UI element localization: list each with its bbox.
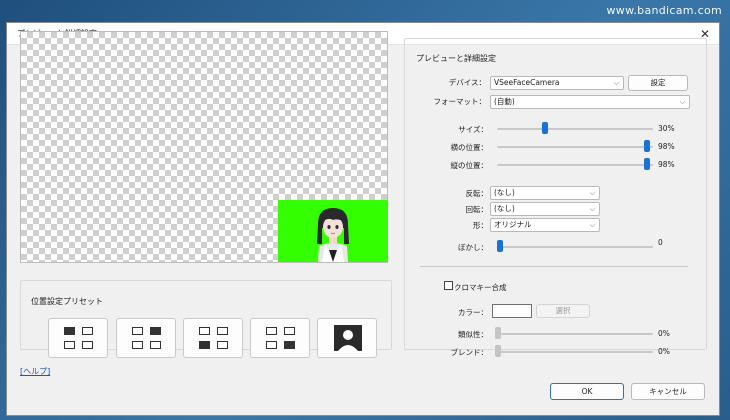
preview-canvas <box>20 31 388 263</box>
cell <box>284 341 295 349</box>
chevron-down-icon: ⌵ <box>589 205 595 213</box>
cell <box>150 327 161 335</box>
preset-bottom-right-button[interactable] <box>250 318 310 358</box>
chroma-label: クロマキー合成 <box>454 283 507 292</box>
size-slider-thumb[interactable] <box>542 122 548 134</box>
flip-value: (なし) <box>494 188 515 197</box>
vpos-label: 縦の位置： <box>450 161 489 170</box>
format-value: (自動) <box>494 97 515 106</box>
blend-slider-thumb[interactable] <box>495 345 501 357</box>
vpos-value: 98% <box>658 160 675 169</box>
preset-fullscreen-button[interactable] <box>317 318 377 358</box>
size-label: サイズ： <box>458 125 488 134</box>
size-slider-track[interactable] <box>497 128 653 130</box>
device-label: デバイス： <box>448 78 486 87</box>
vpos-slider-track[interactable] <box>497 164 653 166</box>
cell <box>132 327 143 335</box>
chevron-down-icon: ⌵ <box>589 221 595 229</box>
select-color-button[interactable]: 選択 <box>536 304 590 318</box>
settings-group-label: プレビューと詳細設定 <box>413 53 499 64</box>
device-settings-button[interactable]: 設定 <box>628 75 688 91</box>
cell <box>266 327 277 335</box>
preset-top-left-button[interactable] <box>48 318 108 358</box>
format-label: フォーマット： <box>433 97 487 106</box>
cell <box>284 327 295 335</box>
blend-label: ブレンド： <box>450 348 489 357</box>
divider <box>420 266 688 267</box>
hpos-slider-thumb[interactable] <box>644 140 650 152</box>
cell <box>82 327 93 335</box>
preset-top-right-button[interactable] <box>116 318 176 358</box>
similarity-slider-track[interactable] <box>497 333 653 335</box>
cell <box>150 341 161 349</box>
cell <box>64 341 75 349</box>
format-select[interactable]: (自動) ⌵ <box>490 95 690 109</box>
preset-bottom-left-button[interactable] <box>183 318 243 358</box>
chroma-checkbox[interactable] <box>444 281 453 290</box>
help-link[interactable]: [ヘルプ] <box>20 366 50 377</box>
chevron-down-icon: ⌵ <box>589 189 595 197</box>
color-swatch[interactable] <box>492 304 532 318</box>
rotate-label: 回転： <box>465 205 489 214</box>
similarity-label: 類似性： <box>458 330 488 339</box>
ok-button[interactable]: OK <box>550 383 624 400</box>
watermark: www.bandicam.com <box>606 4 722 17</box>
chevron-down-icon: ⌵ <box>679 98 685 106</box>
size-value: 30% <box>658 124 675 133</box>
blur-slider-track[interactable] <box>497 246 653 248</box>
rotate-select[interactable]: (なし) ⌵ <box>490 202 600 216</box>
similarity-slider-thumb[interactable] <box>495 327 501 339</box>
blend-slider-track[interactable] <box>497 351 653 353</box>
flip-label: 反転： <box>465 189 489 198</box>
hpos-slider-track[interactable] <box>497 146 653 148</box>
similarity-value: 0% <box>658 329 670 338</box>
cell <box>199 341 210 349</box>
cell <box>266 341 277 349</box>
shape-value: オリジナル <box>494 220 532 229</box>
hpos-label: 横の位置： <box>450 143 489 152</box>
device-value: VSeeFaceCamera <box>494 78 560 87</box>
hpos-value: 98% <box>658 142 675 151</box>
cell <box>199 327 210 335</box>
blur-value: 0 <box>658 238 663 247</box>
cell <box>82 341 93 349</box>
cell <box>64 327 75 335</box>
cell <box>132 341 143 349</box>
flip-select[interactable]: (なし) ⌵ <box>490 186 600 200</box>
vpos-slider-thumb[interactable] <box>644 158 650 170</box>
preset-group-label: 位置設定プリセット <box>28 296 106 307</box>
color-label: カラー： <box>458 308 488 317</box>
webcam-overlay[interactable] <box>278 200 388 262</box>
cell <box>217 341 228 349</box>
avatar-figure <box>317 208 349 262</box>
fullscreen-person-icon <box>334 325 362 351</box>
blur-label: ぼかし： <box>458 243 488 252</box>
rotate-value: (なし) <box>494 204 515 213</box>
device-select[interactable]: VSeeFaceCamera ⌵ <box>490 76 624 90</box>
shape-select[interactable]: オリジナル ⌵ <box>490 218 600 232</box>
shape-label: 形： <box>473 221 488 230</box>
cell <box>217 327 228 335</box>
chevron-down-icon: ⌵ <box>613 79 619 87</box>
cancel-button[interactable]: キャンセル <box>631 383 705 400</box>
blend-value: 0% <box>658 347 670 356</box>
blur-slider-thumb[interactable] <box>497 240 503 252</box>
